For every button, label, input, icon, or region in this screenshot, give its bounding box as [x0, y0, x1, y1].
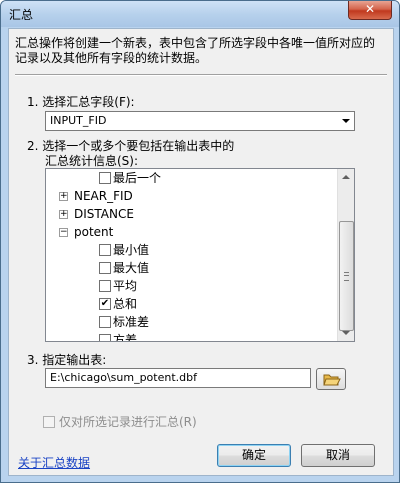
- scroll-down-icon[interactable]: [338, 325, 354, 341]
- chevron-down-icon[interactable]: [342, 119, 350, 123]
- tree-item-label: 方差: [113, 333, 138, 342]
- only-selected-label: 仅对所选记录进行汇总(R): [59, 415, 197, 429]
- window-title: 汇总: [9, 8, 34, 22]
- separator: [15, 74, 387, 76]
- output-table-path: E:\chicago\sum_potent.dbf: [50, 371, 197, 384]
- tree-item-label: 标准差: [113, 315, 150, 329]
- ok-button[interactable]: 确定: [217, 444, 291, 467]
- tree-item-label: NEAR_FID: [74, 189, 133, 203]
- collapse-icon[interactable]: −: [59, 228, 68, 237]
- checkbox-last[interactable]: [99, 172, 111, 184]
- tree-item-label: DISTANCE: [74, 207, 134, 221]
- scroll-thumb[interactable]: [339, 221, 354, 331]
- output-table-field[interactable]: E:\chicago\sum_potent.dbf: [45, 368, 311, 388]
- checkbox-sum[interactable]: ✔: [99, 298, 111, 310]
- tree-item-label: 平均: [113, 279, 138, 293]
- step1-label: 1. 选择汇总字段(F):: [27, 95, 135, 109]
- scroll-up-icon[interactable]: [338, 169, 354, 185]
- summarize-dialog: 汇总 ✕ 汇总操作将创建一个新表，表中包含了所选字段中各唯一值所对应的记录以及其…: [0, 0, 400, 483]
- tree-item-label: 最大值: [113, 261, 150, 275]
- checkbox-mean[interactable]: [99, 280, 111, 292]
- step3-label: 3. 指定输出表:: [27, 353, 107, 367]
- close-button[interactable]: ✕: [348, 1, 392, 20]
- checkbox-min[interactable]: [99, 244, 111, 256]
- tree-item-label: 最后一个: [113, 171, 162, 185]
- checkbox-variance[interactable]: [99, 334, 111, 341]
- open-folder-icon: [323, 374, 341, 386]
- checkbox-max[interactable]: [99, 262, 111, 274]
- checkbox-only-selected[interactable]: [43, 416, 55, 428]
- tree-item-label: potent: [74, 225, 114, 239]
- expand-icon[interactable]: +: [59, 210, 68, 219]
- expand-icon[interactable]: +: [59, 192, 68, 201]
- dialog-body: 汇总操作将创建一个新表，表中包含了所选字段中各唯一值所对应的记录以及其他所有字段…: [8, 28, 394, 476]
- cancel-button[interactable]: 取消: [301, 444, 375, 467]
- checkbox-stddev[interactable]: [99, 316, 111, 328]
- tree-item-label: 最小值: [113, 243, 150, 257]
- summarize-field-value: INPUT_FID: [50, 114, 107, 127]
- summarize-field-dropdown[interactable]: INPUT_FID: [45, 111, 355, 131]
- tree-item-label: 总和: [113, 297, 138, 311]
- browse-button[interactable]: [316, 368, 346, 390]
- grip-icon: [344, 272, 349, 281]
- step2-label-line2: 汇总统计信息(S):: [45, 154, 139, 168]
- statistics-tree[interactable]: 最后一个 + NEAR_FID + DISTANCE − potent 最小值 …: [45, 168, 355, 342]
- help-link[interactable]: 关于汇总数据: [18, 454, 90, 471]
- description-text: 汇总操作将创建一个新表，表中包含了所选字段中各唯一值所对应的记录以及其他所有字段…: [15, 36, 376, 65]
- title-bar[interactable]: 汇总 ✕: [1, 1, 399, 27]
- tree-scrollbar[interactable]: [337, 169, 354, 341]
